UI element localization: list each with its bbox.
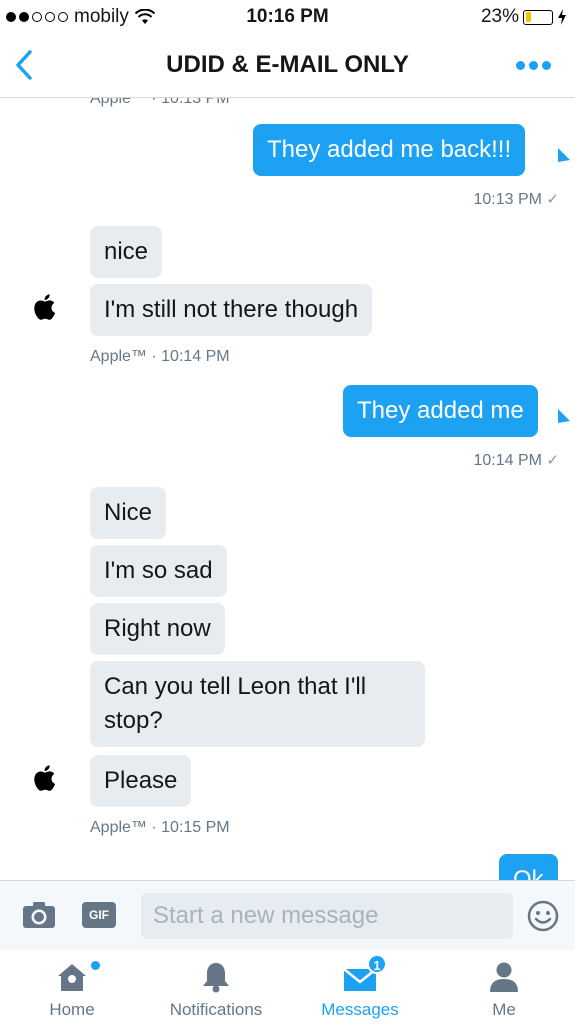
outgoing-message[interactable]: They added me: [343, 385, 538, 437]
bubble-tail: [558, 409, 570, 423]
incoming-message[interactable]: Nice: [90, 487, 167, 539]
conversation-header: UDID & E-MAIL ONLY: [0, 34, 575, 98]
apple-logo-icon[interactable]: [30, 763, 56, 793]
outgoing-message[interactable]: They added me back!!!: [253, 124, 526, 176]
sent-check-icon: ✓: [546, 191, 559, 208]
incoming-message[interactable]: I'm still not there though: [90, 284, 373, 336]
sender-timestamp: Apple™ · 10:14 PM: [90, 348, 230, 365]
new-content-dot: [91, 961, 100, 970]
more-options-button[interactable]: [516, 61, 551, 70]
camera-icon: [23, 902, 55, 928]
smiley-icon: [527, 900, 559, 932]
tab-label: Messages: [321, 1000, 399, 1019]
bell-icon: [203, 963, 229, 993]
camera-button[interactable]: [22, 901, 56, 929]
message-thread[interactable]: Apple™ · 10:13 PM They added me back!!! …: [0, 98, 575, 880]
message-timestamp: 10:14 PM ✓: [473, 452, 559, 469]
tab-notifications[interactable]: Notifications: [146, 950, 286, 1024]
tab-bar: Home Notifications 1 Messages Me: [0, 950, 575, 1024]
tab-label: Notifications: [169, 1000, 263, 1019]
incoming-message[interactable]: Right now: [90, 603, 225, 655]
incoming-message[interactable]: nice: [90, 226, 163, 278]
gif-button[interactable]: GIF: [82, 902, 116, 928]
sender-timestamp: Apple™ · 10:15 PM: [90, 819, 230, 836]
tab-me[interactable]: Me: [434, 950, 574, 1024]
incoming-message[interactable]: Please: [90, 755, 192, 807]
person-icon: [490, 962, 518, 992]
status-bar: mobily 10:16 PM 23%: [0, 0, 575, 34]
sent-check-icon: ✓: [546, 452, 559, 469]
unread-badge: 1: [367, 954, 387, 974]
battery-info: 23%: [481, 6, 567, 28]
conversation-title: UDID & E-MAIL ONLY: [166, 51, 409, 78]
tab-label: Home: [49, 1000, 95, 1019]
emoji-button[interactable]: [527, 900, 559, 932]
outgoing-message[interactable]: Ok: [499, 854, 558, 880]
message-meta-partial: Apple™ · 10:13 PM: [90, 98, 230, 107]
home-icon: [58, 964, 86, 991]
charging-bolt-icon: [558, 9, 566, 25]
message-timestamp: 10:13 PM ✓: [473, 191, 559, 208]
message-input[interactable]: [141, 893, 513, 939]
tab-home[interactable]: Home: [2, 950, 142, 1024]
apple-logo-icon[interactable]: [30, 292, 56, 322]
bubble-tail: [558, 148, 570, 162]
battery-icon: [523, 9, 553, 25]
tab-messages[interactable]: 1 Messages: [290, 950, 430, 1024]
battery-percent: 23%: [480, 6, 519, 27]
incoming-message[interactable]: Can you tell Leon that I'll stop?: [90, 661, 425, 747]
compose-bar: GIF: [0, 880, 575, 950]
tab-label: Me: [492, 1000, 516, 1019]
more-dots-icon: [516, 61, 525, 70]
incoming-message[interactable]: I'm so sad: [90, 545, 227, 597]
